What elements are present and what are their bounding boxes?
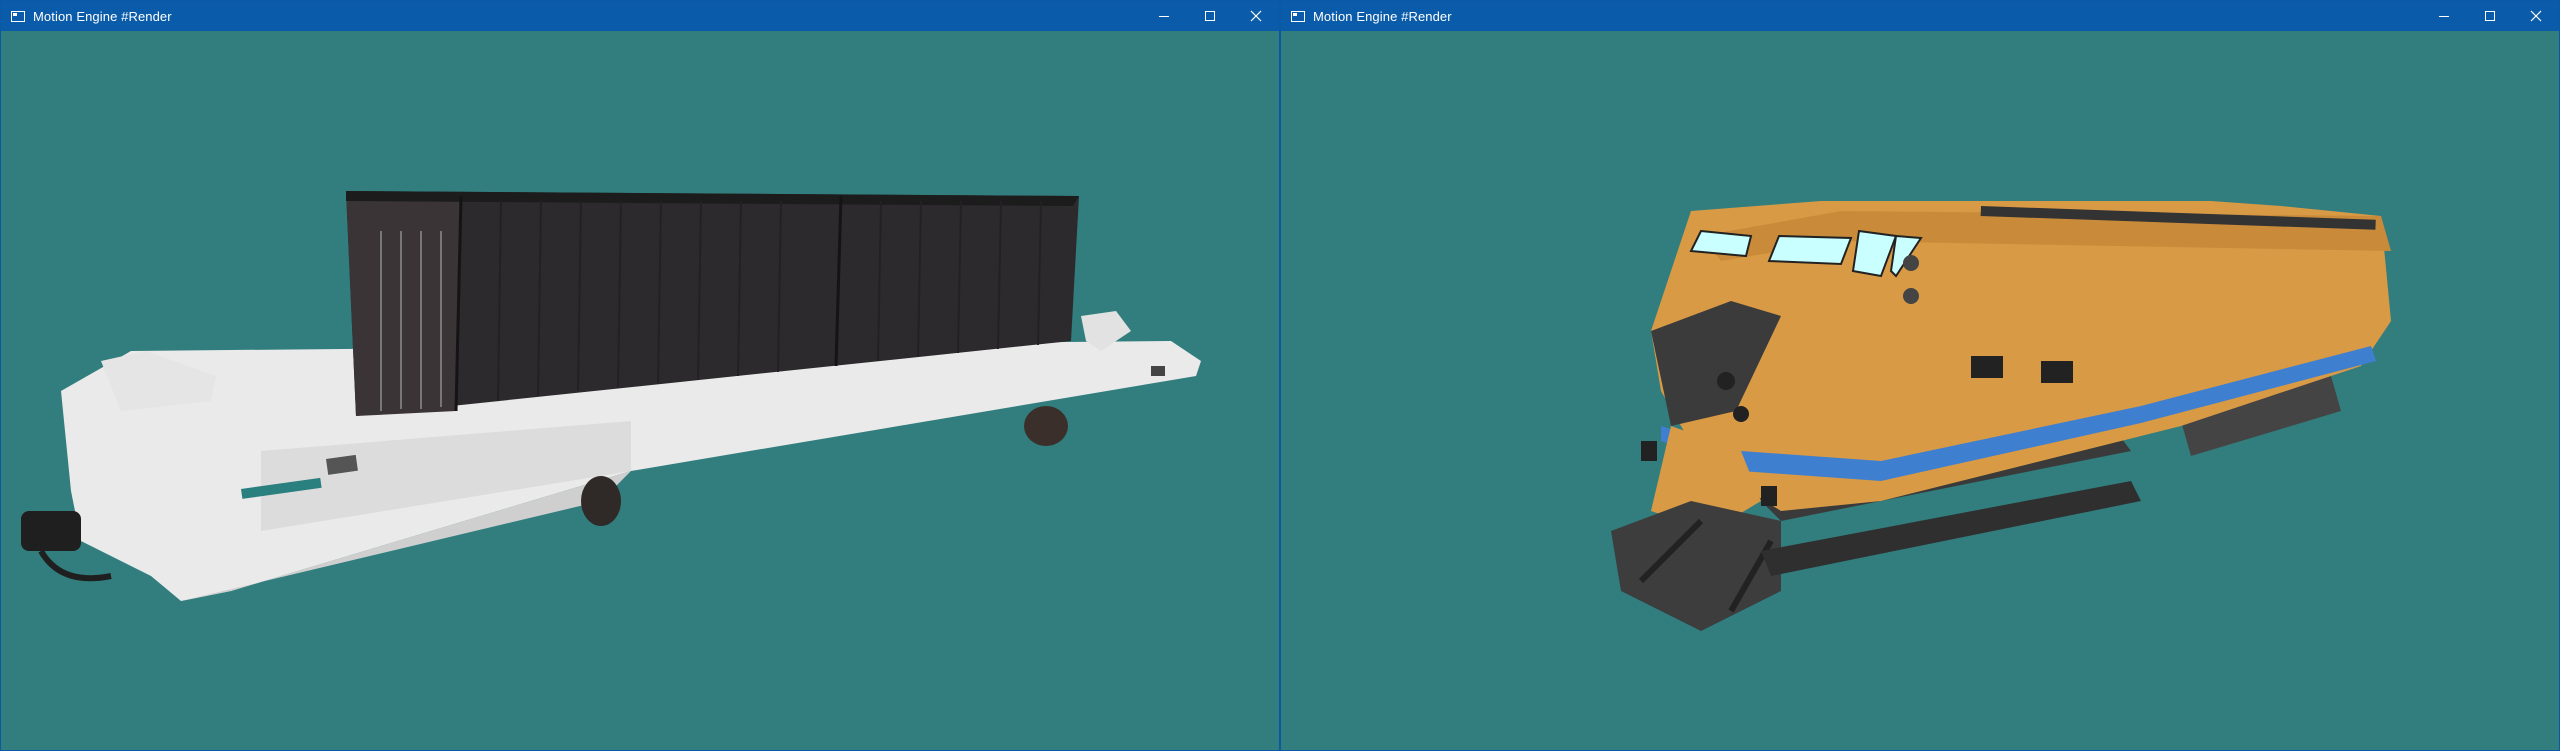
title-bar[interactable]: Motion Engine #Render <box>1281 1 2559 31</box>
close-button[interactable] <box>1233 1 1279 31</box>
maximize-button[interactable] <box>1187 1 1233 31</box>
minimize-button[interactable] <box>1141 1 1187 31</box>
flatcar-scene <box>21 191 1201 601</box>
app-icon[interactable] <box>1291 10 1305 22</box>
maximize-icon <box>2485 11 2495 21</box>
close-button[interactable] <box>2513 1 2559 31</box>
app-icon[interactable] <box>11 10 25 22</box>
locomotive-model <box>1611 201 2391 631</box>
window-title: Motion Engine #Render <box>1313 8 1452 24</box>
close-icon <box>1250 10 1262 22</box>
window-controls <box>1141 1 1279 31</box>
render-viewport[interactable] <box>1281 31 2559 750</box>
render-window-right: Motion Engine #Render <box>1280 0 2560 751</box>
render-viewport[interactable] <box>1 31 1279 750</box>
window-controls <box>2421 1 2559 31</box>
minimize-icon <box>1159 16 1169 17</box>
minimize-icon <box>2439 16 2449 17</box>
maximize-button[interactable] <box>2467 1 2513 31</box>
close-icon <box>2530 10 2542 22</box>
maximize-icon <box>1205 11 1215 21</box>
window-title: Motion Engine #Render <box>33 8 172 24</box>
title-bar[interactable]: Motion Engine #Render <box>1 1 1279 31</box>
minimize-button[interactable] <box>2421 1 2467 31</box>
render-window-left: Motion Engine #Render <box>0 0 1280 751</box>
locomotive-scene <box>1611 201 2391 631</box>
